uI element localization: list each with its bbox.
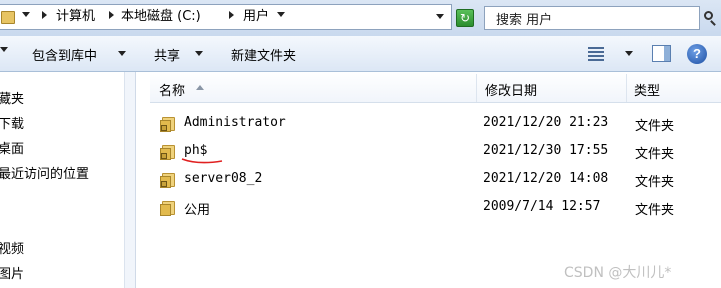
annotation-underline (181, 158, 223, 164)
breadcrumb-computer[interactable]: 计算机 (56, 5, 95, 24)
file-type: 文件夹 (635, 119, 675, 134)
view-dropdown-icon[interactable] (625, 51, 633, 56)
column-divider[interactable] (626, 74, 627, 102)
locked-folder-icon (160, 173, 176, 188)
file-type: 文件夹 (635, 175, 675, 190)
breadcrumb-separator-icon[interactable] (42, 11, 47, 19)
nav-item-pictures[interactable]: 图片 (0, 263, 24, 282)
file-row[interactable]: 公用 2009/7/14 12:57 文件夹 (150, 195, 721, 221)
nav-item-recent-places[interactable]: 最近访问的位置 (0, 163, 89, 182)
view-options-icon[interactable] (588, 47, 604, 61)
watermark: CSDN @大川儿* (564, 265, 672, 281)
search-input[interactable]: 搜索 用户 (484, 6, 700, 30)
include-in-library-button[interactable]: 包含到库中 (32, 45, 97, 64)
chevron-down-icon[interactable] (277, 12, 285, 17)
file-row[interactable]: ph$ 2021/12/30 17:55 文件夹 (150, 139, 721, 165)
refresh-icon[interactable]: ↻ (456, 9, 474, 27)
file-type: 文件夹 (635, 147, 675, 162)
nav-item-favorites[interactable]: 藏夹 (0, 88, 24, 107)
chevron-down-icon[interactable] (195, 51, 203, 56)
column-label-name: 名称 (159, 84, 186, 99)
address-history-dropdown-icon[interactable] (436, 14, 444, 19)
share-button[interactable]: 共享 (154, 45, 180, 64)
chevron-down-icon[interactable] (22, 12, 30, 17)
breadcrumb-users[interactable]: 用户 (243, 5, 269, 24)
breadcrumb-separator-icon[interactable] (109, 11, 114, 19)
file-row[interactable]: Administrator 2021/12/20 21:23 文件夹 (150, 111, 721, 137)
sort-ascending-icon (196, 85, 204, 90)
nav-item-downloads[interactable]: 下载 (0, 113, 24, 132)
chevron-down-icon[interactable] (118, 51, 126, 56)
file-modified: 2021/12/20 21:23 (483, 115, 609, 130)
pane-splitter[interactable] (124, 72, 136, 288)
file-modified: 2021/12/30 17:55 (483, 143, 609, 158)
new-folder-button[interactable]: 新建文件夹 (231, 45, 296, 64)
preview-pane-icon[interactable] (652, 45, 671, 62)
locked-folder-icon (160, 145, 176, 160)
file-modified: 2009/7/14 12:57 (483, 199, 601, 214)
breadcrumb-local-disk[interactable]: 本地磁盘 (C:) (121, 5, 201, 24)
search-placeholder: 搜索 用户 (496, 13, 553, 28)
folder-icon (160, 201, 176, 216)
file-name: 公用 (184, 203, 211, 218)
file-type: 文件夹 (635, 203, 675, 218)
folder-icon (1, 11, 15, 24)
search-icon[interactable] (704, 11, 713, 20)
breadcrumb-separator-icon[interactable] (229, 11, 234, 19)
help-icon[interactable]: ? (687, 44, 707, 64)
column-divider[interactable] (476, 74, 477, 102)
organize-dropdown-icon[interactable] (0, 47, 8, 52)
file-modified: 2021/12/20 14:08 (483, 171, 609, 186)
command-toolbar (0, 36, 721, 72)
file-name: server08_2 (184, 171, 263, 186)
nav-item-desktop[interactable]: 桌面 (0, 138, 24, 157)
file-name: Administrator (184, 115, 286, 130)
locked-folder-icon (160, 117, 176, 132)
column-label-type: 类型 (634, 84, 661, 99)
file-row[interactable]: server08_2 2021/12/20 14:08 文件夹 (150, 167, 721, 193)
nav-item-videos[interactable]: 视频 (0, 238, 24, 257)
column-label-modified: 修改日期 (485, 84, 538, 99)
